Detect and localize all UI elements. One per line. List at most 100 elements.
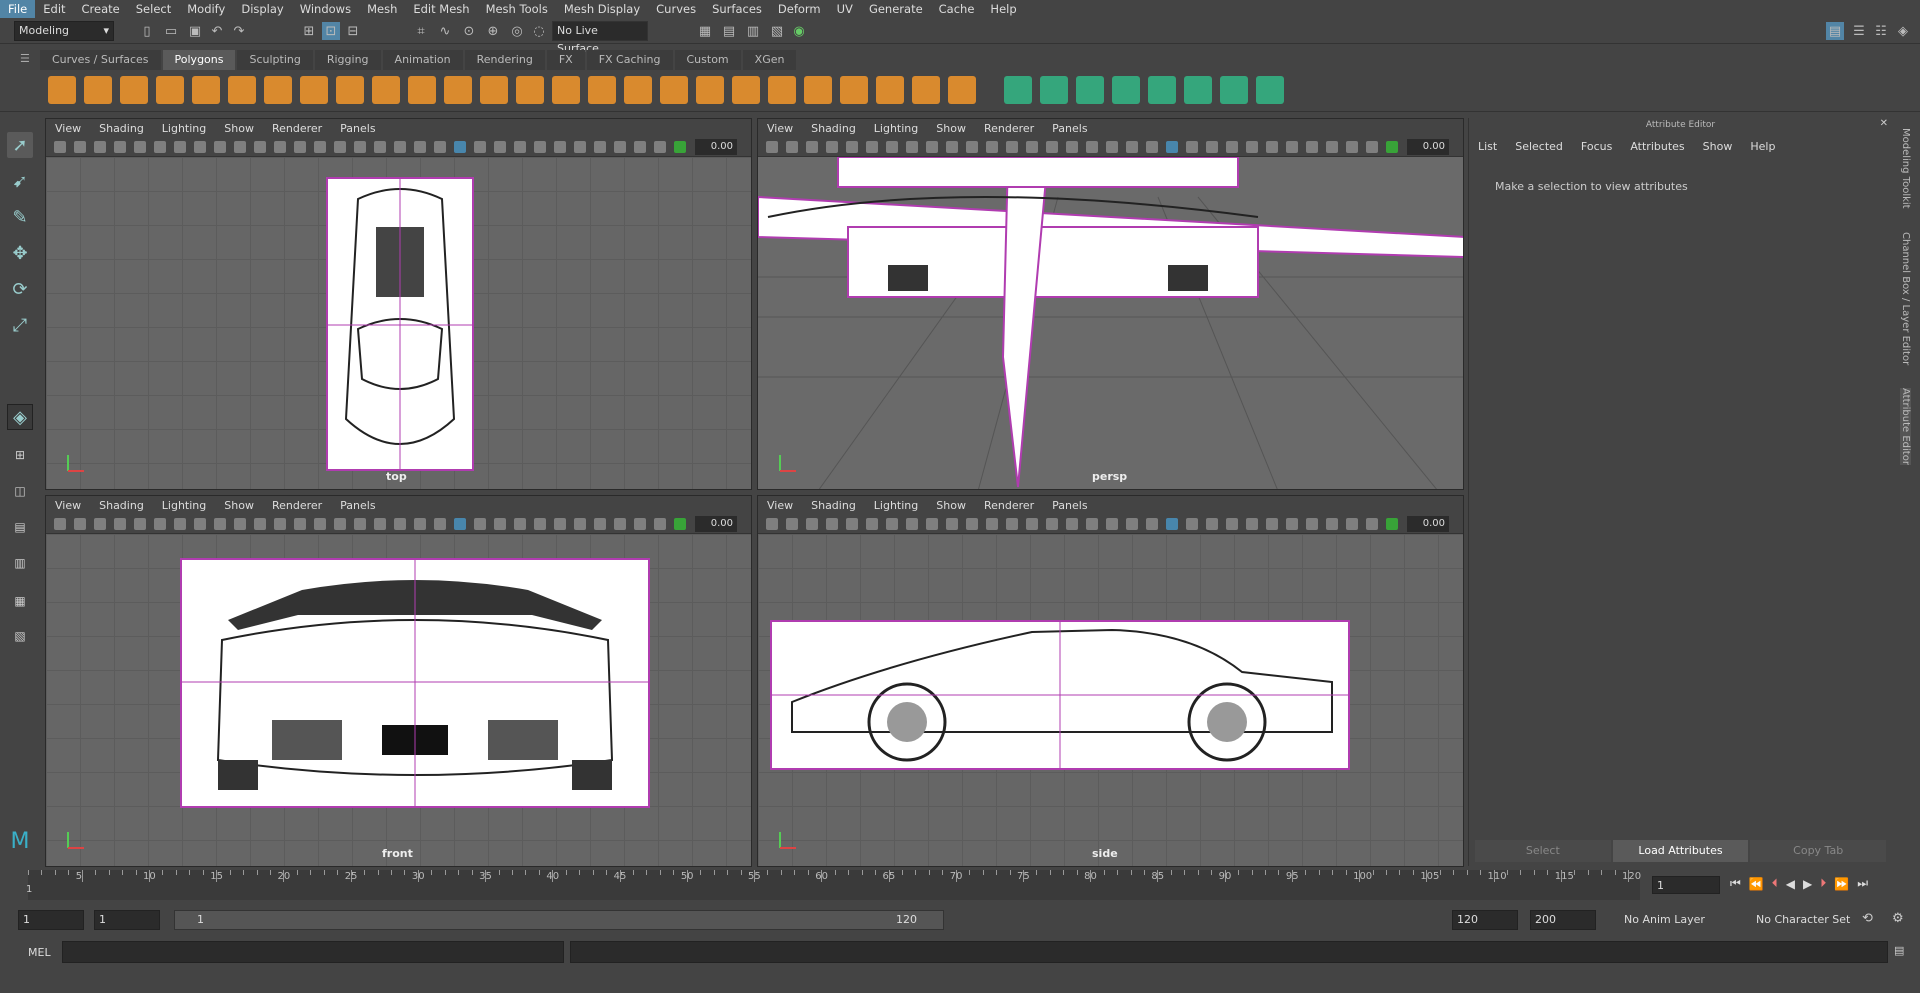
viewport-tool-icon[interactable] <box>94 141 106 153</box>
tab-modeling-toolkit[interactable]: Modeling Toolkit <box>1900 128 1911 209</box>
viewport-value-field[interactable]: 0.00 <box>1407 139 1449 155</box>
snap-curve-icon[interactable]: ∿ <box>436 22 454 40</box>
viewport-menu-view[interactable]: View <box>758 499 802 512</box>
viewport-tool-icon[interactable] <box>554 518 566 530</box>
viewport-tool-icon[interactable] <box>234 141 246 153</box>
anim-layer-dropdown[interactable]: No Anim Layer <box>1624 913 1705 926</box>
viewport-tool-icon[interactable] <box>554 141 566 153</box>
viewport-tool-icon[interactable] <box>354 141 366 153</box>
attr-menu-help[interactable]: Help <box>1741 140 1784 153</box>
viewport-menu-show[interactable]: Show <box>215 499 263 512</box>
viewport-menu-show[interactable]: Show <box>215 122 263 135</box>
uv-editor-icon[interactable] <box>1184 76 1212 104</box>
checker-icon[interactable] <box>1220 76 1248 104</box>
go-to-start-icon[interactable]: ⏮ <box>1730 876 1741 891</box>
viewport-menu-shading[interactable]: Shading <box>802 122 865 135</box>
viewport-tool-icon[interactable] <box>1246 141 1258 153</box>
viewport-canvas[interactable]: persp <box>758 156 1463 489</box>
viewport-tool-icon[interactable] <box>806 518 818 530</box>
viewport-tool-icon[interactable] <box>1066 518 1078 530</box>
paint-select-tool-icon[interactable]: ✎ <box>7 204 33 230</box>
play-backwards-icon[interactable]: ◀ <box>1786 877 1795 891</box>
viewport-menu-lighting[interactable]: Lighting <box>153 499 215 512</box>
workspace-toggle-icon[interactable]: ▤ <box>1826 22 1844 40</box>
viewport-tool-icon[interactable] <box>574 518 586 530</box>
auto-uv-icon[interactable] <box>1148 76 1176 104</box>
viewport-tool-icon[interactable] <box>94 518 106 530</box>
character-set-dropdown[interactable]: No Character Set <box>1756 913 1850 926</box>
viewport-tool-icon[interactable] <box>1246 518 1258 530</box>
viewport-tool-icon[interactable] <box>1126 141 1138 153</box>
shelf-tab-xgen[interactable]: XGen <box>742 50 797 70</box>
menu-generate[interactable]: Generate <box>861 0 931 18</box>
viewport-tool-icon[interactable] <box>474 141 486 153</box>
bridge-edge-icon[interactable] <box>840 76 868 104</box>
snap-point-icon[interactable]: ⊙ <box>460 22 478 40</box>
snap-grid-icon[interactable]: ⌗ <box>412 22 430 40</box>
select-hierarchy-icon[interactable]: ⊞ <box>300 22 318 40</box>
viewport-tool-icon[interactable] <box>534 141 546 153</box>
shelf-tab-sculpting[interactable]: Sculpting <box>237 50 313 70</box>
viewport-tool-icon[interactable] <box>926 518 938 530</box>
viewport-tool-icon[interactable] <box>926 141 938 153</box>
select-component-icon[interactable]: ⊟ <box>344 22 362 40</box>
viewport-tool-icon[interactable] <box>1226 518 1238 530</box>
hypershade-icon[interactable]: ◉ <box>790 22 808 40</box>
viewport-tool-icon[interactable] <box>674 141 686 153</box>
viewport-tool-icon[interactable] <box>74 141 86 153</box>
viewport-front[interactable]: View Shading Lighting Show Renderer Panels 0.… <box>45 495 752 867</box>
viewport-tool-icon[interactable] <box>154 141 166 153</box>
cylinder-icon[interactable] <box>120 76 148 104</box>
viewport-tool-icon[interactable] <box>334 518 346 530</box>
viewport-tool-icon[interactable] <box>394 141 406 153</box>
soccer-ball-icon[interactable] <box>408 76 436 104</box>
pipe-icon[interactable] <box>336 76 364 104</box>
plane-icon[interactable] <box>228 76 256 104</box>
open-scene-icon[interactable]: ▭ <box>162 22 180 40</box>
menu-surfaces[interactable]: Surfaces <box>704 0 770 18</box>
viewport-tool-icon[interactable] <box>1286 518 1298 530</box>
attr-menu-show[interactable]: Show <box>1694 140 1742 153</box>
viewport-tool-icon[interactable] <box>986 518 998 530</box>
viewport-tool-icon[interactable] <box>274 141 286 153</box>
rotate-tool-icon[interactable]: ⟳ <box>7 276 33 302</box>
viewport-menu-lighting[interactable]: Lighting <box>865 122 927 135</box>
undo-icon[interactable]: ↶ <box>208 22 226 40</box>
reference-image-plane[interactable] <box>180 558 650 808</box>
menu-modify[interactable]: Modify <box>179 0 233 18</box>
step-back-key-icon[interactable]: ⏪ <box>1749 877 1764 891</box>
target-weld-icon[interactable] <box>1004 76 1032 104</box>
viewport-tool-icon[interactable] <box>1226 141 1238 153</box>
viewport-tool-icon[interactable] <box>374 141 386 153</box>
menu-windows[interactable]: Windows <box>292 0 359 18</box>
viewport-tool-icon[interactable] <box>674 518 686 530</box>
viewport-tool-icon[interactable] <box>434 141 446 153</box>
multi-cut-icon[interactable] <box>948 76 976 104</box>
two-view-layout-icon[interactable]: ◫ <box>7 478 33 504</box>
planar-uv-icon[interactable] <box>1112 76 1140 104</box>
viewport-menu-panels[interactable]: Panels <box>331 499 384 512</box>
viewport-side[interactable]: View Shading Lighting Show Renderer Panels 0.… <box>757 495 1464 867</box>
shelf-tab-fx-caching[interactable]: FX Caching <box>586 50 673 70</box>
viewport-tool-icon[interactable] <box>1366 141 1378 153</box>
viewport-tool-icon[interactable] <box>334 141 346 153</box>
select-button[interactable]: Select <box>1475 840 1611 862</box>
sphere-icon[interactable] <box>48 76 76 104</box>
viewport-tool-icon[interactable] <box>906 518 918 530</box>
reference-image-plane[interactable] <box>770 620 1350 770</box>
viewport-tool-icon[interactable] <box>134 141 146 153</box>
viewport-tool-icon[interactable] <box>474 518 486 530</box>
viewport-tool-icon[interactable] <box>1186 518 1198 530</box>
graph-layout-icon[interactable]: ▥ <box>7 550 33 576</box>
mirror-icon[interactable] <box>624 76 652 104</box>
viewport-canvas[interactable]: front <box>46 534 751 866</box>
viewport-tool-icon[interactable] <box>354 518 366 530</box>
viewport-tool-icon[interactable] <box>1166 141 1178 153</box>
viewport-canvas[interactable]: side <box>758 534 1463 866</box>
shelf-tab-rigging[interactable]: Rigging <box>314 50 381 70</box>
viewport-tool-icon[interactable] <box>614 518 626 530</box>
viewport-value-field[interactable]: 0.00 <box>695 516 737 532</box>
merge-icon[interactable] <box>1040 76 1068 104</box>
viewport-tool-icon[interactable] <box>654 141 666 153</box>
new-scene-icon[interactable]: ▯ <box>138 22 156 40</box>
